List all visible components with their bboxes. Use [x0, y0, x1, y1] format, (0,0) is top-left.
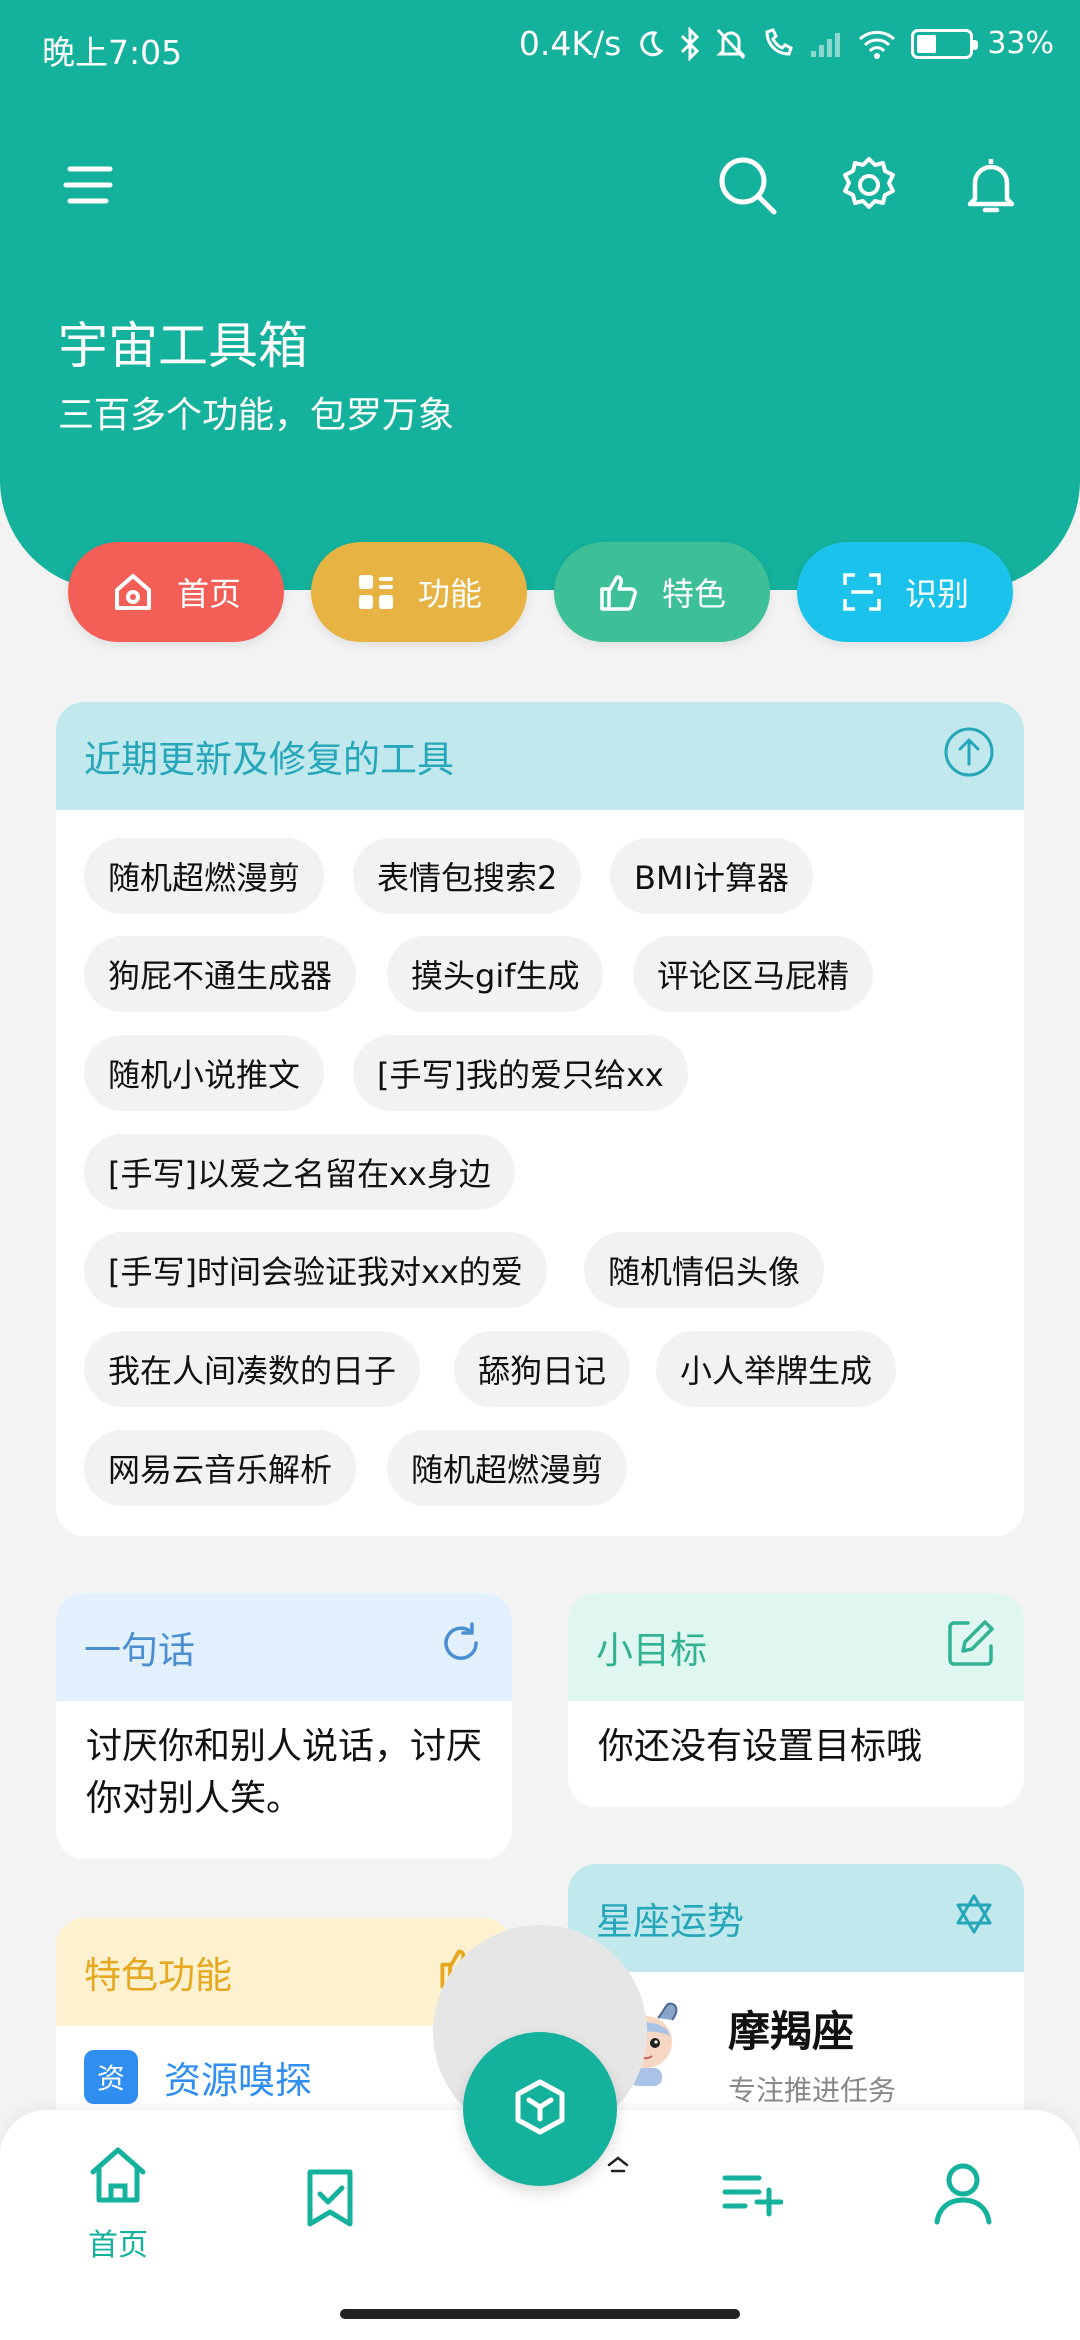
status-bar: 晚上7:05 0.4K/s 33%	[0, 0, 1080, 92]
home-indicator[interactable]	[340, 2309, 740, 2319]
refresh-icon[interactable]	[438, 1620, 484, 1675]
tool-tag[interactable]: 我在人间凑数的日子	[84, 1331, 421, 1407]
status-icons: 0.4K/s 33%	[519, 24, 1054, 63]
quick-nav-label: 首页	[176, 575, 241, 613]
thumbs-up-icon	[598, 571, 640, 613]
tool-tag[interactable]: [手写]我的爱只给xx	[353, 1035, 688, 1111]
collapse-up-icon[interactable]	[942, 725, 996, 788]
tool-tag[interactable]: BMI计算器	[610, 838, 814, 914]
battery-level	[917, 34, 936, 53]
quick-nav-recognize[interactable]: 识别	[797, 542, 1013, 642]
bluetooth-icon	[679, 26, 701, 61]
nav-bookmarks[interactable]	[260, 2166, 400, 2234]
recent-tools-title: 近期更新及修复的工具	[84, 738, 454, 781]
home-small-icon	[606, 2155, 630, 2179]
nav-profile[interactable]	[893, 2160, 1033, 2230]
mute-bell-icon	[715, 27, 747, 61]
nav-home[interactable]: 首页	[48, 2144, 188, 2264]
featured-title: 特色功能	[84, 1954, 232, 1997]
call-icon	[761, 27, 795, 60]
quick-nav-features[interactable]: 功能	[311, 542, 527, 642]
resource-label: 资源嗅探	[164, 2059, 312, 2102]
quick-nav-label: 识别	[904, 575, 969, 613]
tool-tag[interactable]: 狗屁不通生成器	[84, 936, 357, 1012]
home-icon	[87, 2144, 149, 2210]
nav-add-playlist[interactable]	[682, 2170, 822, 2222]
fab-cube-button[interactable]	[463, 2032, 617, 2186]
menu-icon[interactable]	[55, 150, 125, 220]
edit-icon[interactable]	[946, 1618, 996, 1677]
user-icon	[932, 2160, 994, 2230]
resource-badge: 资	[84, 2050, 138, 2104]
home-icon	[111, 570, 155, 614]
tool-tag[interactable]: 评论区马屁精	[633, 936, 874, 1012]
quick-nav: 首页 功能 特色 识别	[68, 542, 1013, 642]
wifi-icon	[857, 29, 897, 59]
cube-icon	[509, 2076, 571, 2142]
tool-tag[interactable]: 小人举牌生成	[656, 1331, 897, 1407]
tool-tag[interactable]: 舔狗日记	[454, 1331, 631, 1407]
quick-nav-label: 功能	[417, 575, 482, 613]
goal-title: 小目标	[596, 1629, 707, 1672]
horoscope-header: 星座运势	[568, 1864, 1024, 1972]
quote-title: 一句话	[84, 1629, 195, 1672]
tool-tag[interactable]: [手写]时间会验证我对xx的爱	[84, 1232, 547, 1308]
net-speed: 0.4K/s	[518, 24, 622, 63]
star-of-david-icon[interactable]	[952, 1892, 996, 1945]
app-subtitle: 三百多个功能，包罗万象	[58, 395, 455, 436]
bookmark-check-icon	[302, 2166, 358, 2234]
quote-card: 一句话 讨厌你和别人说话，讨厌你对别人笑。	[56, 1593, 512, 1859]
goal-card: 小目标 你还没有设置目标哦	[568, 1593, 1024, 1807]
bell-icon[interactable]	[956, 150, 1026, 220]
tool-tag[interactable]: 摸头gif生成	[387, 936, 604, 1012]
goal-header: 小目标	[568, 1593, 1024, 1701]
horoscope-title: 星座运势	[596, 1900, 744, 1943]
tool-tag[interactable]: 表情包搜索2	[353, 838, 582, 914]
moon-icon	[635, 29, 665, 59]
battery-percent: 33%	[987, 26, 1054, 61]
tool-tag[interactable]: 网易云音乐解析	[84, 1430, 357, 1506]
tool-tag[interactable]: 随机情侣头像	[584, 1232, 825, 1308]
tool-tag[interactable]: 随机小说推文	[84, 1035, 325, 1111]
quick-nav-label: 特色	[661, 575, 726, 613]
status-time: 晚上7:05	[42, 33, 183, 72]
quote-text: 讨厌你和别人说话，讨厌你对别人笑。	[86, 1726, 483, 1819]
grid-icon	[356, 572, 396, 612]
nav-home-label: 首页	[88, 2228, 148, 2263]
zodiac-desc: 专注推进任务	[728, 2074, 897, 2107]
app-title: 宇宙工具箱	[58, 317, 308, 375]
tool-tag[interactable]: [手写]以爱之名留在xx身边	[84, 1134, 515, 1210]
zodiac-sign: 摩羯座	[728, 2007, 855, 2056]
recent-tools-header: 近期更新及修复的工具	[56, 702, 1024, 810]
tool-tag[interactable]: 随机超燃漫剪	[84, 838, 325, 914]
battery-icon	[911, 28, 979, 59]
scan-icon	[841, 571, 883, 613]
gear-icon[interactable]	[834, 150, 904, 220]
recent-tools-card: 近期更新及修复的工具 随机超燃漫剪 表情包搜索2 BMI计算器 狗屁不通生成器 …	[56, 702, 1024, 1536]
search-icon[interactable]	[712, 150, 782, 220]
quote-header: 一句话	[56, 1593, 512, 1701]
signal-icon	[809, 29, 843, 59]
playlist-add-icon	[721, 2170, 784, 2222]
tool-tag[interactable]: 随机超燃漫剪	[387, 1430, 628, 1506]
quick-nav-special[interactable]: 特色	[554, 542, 770, 642]
goal-text: 你还没有设置目标哦	[598, 1726, 923, 1767]
quick-nav-home[interactable]: 首页	[68, 542, 284, 642]
